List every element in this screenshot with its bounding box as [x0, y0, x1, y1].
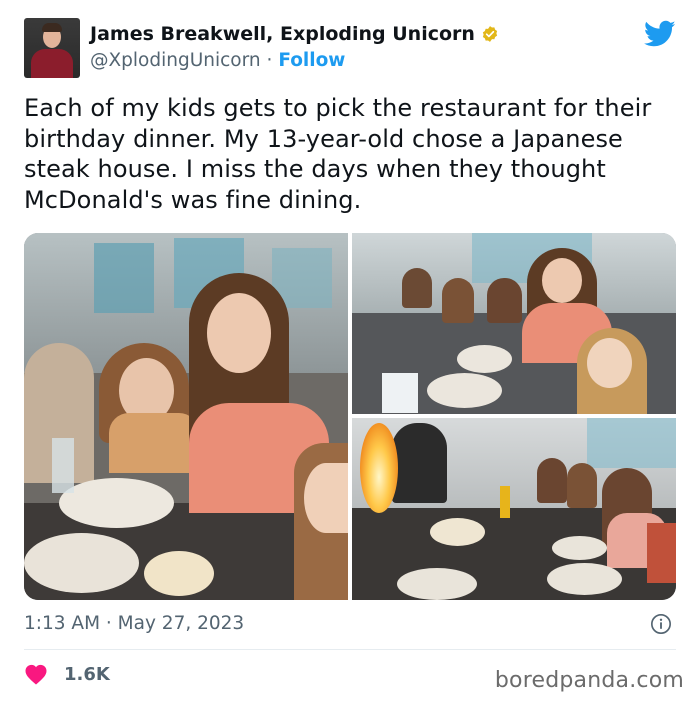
author-info: James Breakwell, Exploding Unicorn @Xplo… — [90, 22, 499, 74]
tweet-media-grid[interactable] — [24, 233, 676, 600]
like-count: 1.6K — [64, 663, 110, 685]
author-display-name-text[interactable]: James Breakwell, Exploding Unicorn — [90, 22, 475, 46]
author-avatar[interactable] — [24, 18, 80, 78]
info-icon[interactable] — [650, 613, 672, 635]
source-watermark: boredpanda.com — [494, 668, 684, 693]
author-display-name[interactable]: James Breakwell, Exploding Unicorn — [90, 22, 499, 46]
tweet-timestamp[interactable]: 1:13 AM · May 27, 2023 — [24, 611, 244, 637]
tweet-divider — [24, 649, 676, 650]
verified-badge-icon — [482, 26, 498, 42]
twitter-bird-icon[interactable] — [644, 20, 676, 48]
handle-separator: · — [266, 50, 273, 71]
tweet-text: Each of my kids gets to pick the restaur… — [24, 94, 652, 214]
like-action[interactable]: 1.6K — [24, 663, 110, 685]
follow-button[interactable]: Follow — [278, 50, 345, 71]
tweet-header: James Breakwell, Exploding Unicorn @Xplo… — [24, 18, 680, 80]
tweet-photo-2[interactable] — [352, 233, 676, 414]
tweet-photo-1[interactable] — [24, 233, 348, 600]
heart-icon[interactable] — [24, 663, 48, 685]
author-handle[interactable]: @XplodingUnicorn — [90, 50, 261, 71]
tweet-photo-3[interactable] — [352, 418, 676, 600]
author-handle-row: @XplodingUnicorn · Follow — [90, 48, 499, 74]
